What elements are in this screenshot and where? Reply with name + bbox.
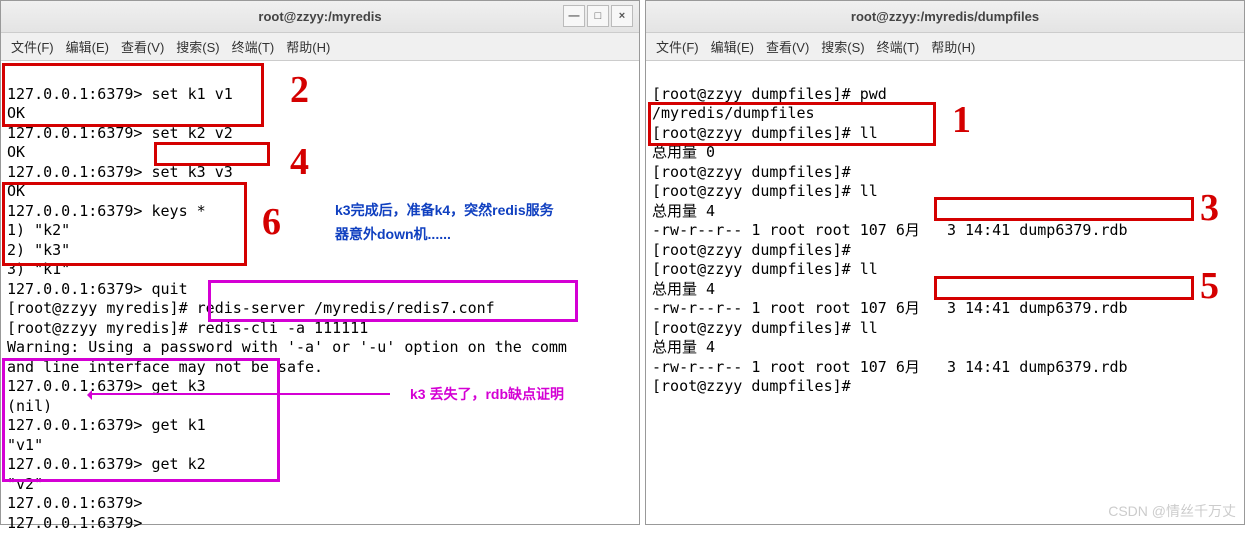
menu-help[interactable]: 帮助(H) — [286, 37, 330, 56]
term-line: 总用量 4 — [652, 338, 715, 356]
menu-file[interactable]: 文件(F) — [11, 37, 54, 56]
term-line: 2) "k3" — [7, 241, 70, 259]
term-line: 3) "k1" — [7, 260, 70, 278]
menu-edit[interactable]: 编辑(E) — [711, 37, 754, 56]
maximize-button[interactable]: □ — [587, 5, 609, 27]
term-line: 127.0.0.1:6379> keys * — [7, 202, 206, 220]
term-line: and line interface may not be safe. — [7, 358, 323, 376]
annot-num-3: 3 — [1200, 186, 1219, 230]
term-line: [root@zzyy dumpfiles]# — [652, 163, 851, 181]
term-line: 127.0.0.1:6379> get k2 — [7, 455, 206, 473]
term-line: [root@zzyy dumpfiles]# ll — [652, 319, 878, 337]
term-line: 127.0.0.1:6379> — [7, 494, 142, 512]
term-line: 127.0.0.1:6379> set k1 v1 — [7, 85, 233, 103]
annot-note-line2: 器意外down机...... — [335, 224, 451, 244]
right-terminal-output[interactable]: [root@zzyy dumpfiles]# pwd /myredis/dump… — [646, 61, 1244, 420]
right-terminal-window: root@zzyy:/myredis/dumpfiles 文件(F) 编辑(E)… — [645, 0, 1245, 525]
term-line: 总用量 0 — [652, 143, 715, 161]
annot-arrow — [90, 393, 390, 395]
term-line: OK — [7, 104, 25, 122]
left-terminal-window: root@zzyy:/myredis — □ × 文件(F) 编辑(E) 查看(… — [0, 0, 640, 525]
annot-num-4: 4 — [290, 140, 309, 184]
term-line: [root@zzyy dumpfiles]# ll — [652, 182, 878, 200]
term-line: Warning: Using a password with '-a' or '… — [7, 338, 567, 356]
left-menubar: 文件(F) 编辑(E) 查看(V) 搜索(S) 终端(T) 帮助(H) — [1, 33, 639, 61]
menu-terminal[interactable]: 终端(T) — [877, 37, 920, 56]
annot-num-1: 1 — [952, 98, 971, 142]
annot-note-pink: k3 丢失了，rdb缺点证明 — [410, 384, 564, 404]
menu-search[interactable]: 搜索(S) — [176, 37, 219, 56]
menu-help[interactable]: 帮助(H) — [931, 37, 975, 56]
minimize-button[interactable]: — — [563, 5, 585, 27]
term-line: [root@zzyy dumpfiles]# ll — [652, 260, 878, 278]
term-line: OK — [7, 143, 25, 161]
annot-num-5: 5 — [1200, 264, 1219, 308]
menu-view[interactable]: 查看(V) — [766, 37, 809, 56]
term-line: -rw-r--r-- 1 root root 107 6月 3 14:41 du… — [652, 221, 1128, 239]
term-line: "v2" — [7, 475, 43, 493]
menu-view[interactable]: 查看(V) — [121, 37, 164, 56]
term-line: [root@zzyy myredis]# redis-server /myred… — [7, 299, 495, 317]
term-line: /myredis/dumpfiles — [652, 104, 815, 122]
term-line: -rw-r--r-- 1 root root 107 6月 3 14:41 du… — [652, 358, 1128, 376]
term-line: [root@zzyy dumpfiles]# ll — [652, 124, 878, 142]
term-line: 127.0.0.1:6379> quit — [7, 280, 188, 298]
term-line: 总用量 4 — [652, 202, 715, 220]
right-title: root@zzyy:/myredis/dumpfiles — [851, 9, 1039, 24]
left-window-controls: — □ × — [563, 5, 633, 27]
term-line: (nil) — [7, 397, 52, 415]
term-line: 127.0.0.1:6379> — [7, 514, 142, 532]
term-line: 127.0.0.1:6379> set k2 v2 — [7, 124, 233, 142]
term-line: "v1" — [7, 436, 43, 454]
menu-search[interactable]: 搜索(S) — [821, 37, 864, 56]
term-line: 总用量 4 — [652, 280, 715, 298]
watermark: CSDN @情丝千万丈 — [1108, 501, 1236, 521]
term-line: OK — [7, 182, 25, 200]
menu-file[interactable]: 文件(F) — [656, 37, 699, 56]
term-line: [root@zzyy dumpfiles]# — [652, 377, 851, 395]
right-titlebar[interactable]: root@zzyy:/myredis/dumpfiles — [646, 1, 1244, 33]
close-button[interactable]: × — [611, 5, 633, 27]
annot-num-6: 6 — [262, 200, 281, 244]
annot-num-2: 2 — [290, 68, 309, 112]
term-line: [root@zzyy dumpfiles]# — [652, 241, 851, 259]
term-line: [root@zzyy dumpfiles]# pwd — [652, 85, 887, 103]
term-line: 127.0.0.1:6379> get k1 — [7, 416, 206, 434]
menu-edit[interactable]: 编辑(E) — [66, 37, 109, 56]
left-terminal-output[interactable]: 127.0.0.1:6379> set k1 v1 OK 127.0.0.1:6… — [1, 61, 639, 557]
annot-note-line1: k3完成后，准备k4，突然redis服务 — [335, 200, 554, 220]
left-title: root@zzyy:/myredis — [258, 9, 381, 24]
term-line: 1) "k2" — [7, 221, 70, 239]
menu-terminal[interactable]: 终端(T) — [232, 37, 275, 56]
term-line: [root@zzyy myredis]# redis-cli -a 111111 — [7, 319, 368, 337]
left-titlebar[interactable]: root@zzyy:/myredis — □ × — [1, 1, 639, 33]
right-menubar: 文件(F) 编辑(E) 查看(V) 搜索(S) 终端(T) 帮助(H) — [646, 33, 1244, 61]
term-line: 127.0.0.1:6379> set k3 v3 — [7, 163, 233, 181]
term-line: -rw-r--r-- 1 root root 107 6月 3 14:41 du… — [652, 299, 1128, 317]
